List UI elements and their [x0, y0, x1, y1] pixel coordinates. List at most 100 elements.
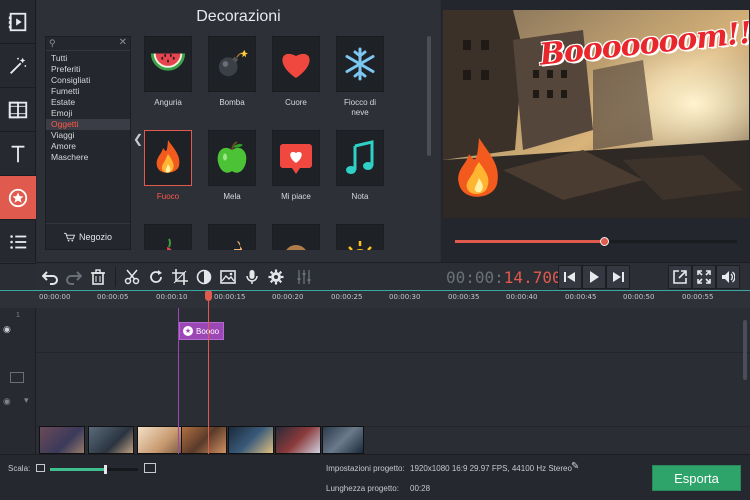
sticker-tile-note[interactable]: Nota [335, 130, 385, 202]
external-window-icon [673, 270, 687, 284]
video-thumbnail[interactable] [137, 426, 183, 454]
video-editor-window: Decorazioni ⚲ ✕ Tutti Preferiti Consigli… [0, 0, 750, 500]
sticker-tile-chili[interactable] [143, 224, 193, 250]
eye-icon[interactable]: ◉ [3, 324, 11, 335]
timeline-tracks[interactable]: 1 ◉ ◉ ▾ ★ Boooo [0, 308, 750, 454]
track-divider [36, 352, 750, 353]
import-media-button[interactable] [0, 0, 36, 44]
detach-preview-button[interactable] [668, 265, 692, 289]
ruler-tick: 00:00:10 [156, 293, 188, 301]
redo-button[interactable] [64, 267, 84, 287]
skip-back-icon [564, 272, 575, 282]
export-button[interactable]: Esporta [652, 465, 741, 491]
clear-search-icon[interactable]: ✕ [119, 37, 127, 48]
sticker-grid: Anguria Bomba Cuore Fiocco di neve Fuoco… [143, 36, 413, 250]
stickers-button[interactable] [0, 176, 36, 220]
magic-wand-icon [10, 57, 27, 74]
speaker-icon[interactable]: ▾ [24, 395, 29, 406]
left-tool-rail [0, 0, 36, 264]
category-item[interactable]: Amore [46, 141, 130, 152]
sticker-thumb [208, 36, 256, 92]
project-settings-value: 1920x1080 16:9 29.97 FPS, 44100 Hz Stere… [410, 464, 572, 473]
like-heart-icon [280, 144, 312, 174]
transitions-button[interactable] [0, 88, 36, 132]
sticker-scrollbar[interactable] [427, 36, 431, 156]
timeline-ruler[interactable]: 00:00:00 00:00:05 00:00:10 00:00:15 00:0… [0, 290, 750, 308]
monkey-icon [286, 245, 306, 250]
record-audio-button[interactable] [242, 267, 262, 287]
next-frame-button[interactable] [606, 265, 630, 289]
sticker-thumb [144, 130, 192, 186]
timeline-scrollbar[interactable] [743, 320, 747, 380]
sticker-tile-bomb[interactable]: Bomba [207, 36, 257, 108]
edit-toolbar: 00:00:14.700 [36, 262, 750, 290]
rotate-button[interactable] [146, 267, 166, 287]
category-item[interactable]: Estate [46, 97, 130, 108]
more-tools-button[interactable] [0, 220, 36, 264]
play-button[interactable] [582, 265, 606, 289]
list-icon [10, 234, 27, 249]
category-search-field[interactable]: ⚲ ✕ [46, 37, 130, 51]
edit-settings-pencil-icon[interactable]: ✎ [571, 461, 579, 472]
playhead-handle[interactable] [205, 291, 212, 301]
sticker-tile-heart[interactable]: Cuore [271, 36, 321, 108]
fullscreen-icon [697, 270, 711, 284]
sticker-tile-apple[interactable]: Mela [207, 130, 257, 202]
crop-button[interactable] [170, 267, 190, 287]
video-thumbnail[interactable] [322, 426, 364, 454]
category-item[interactable]: Fumetti [46, 86, 130, 97]
video-thumbnail[interactable] [275, 426, 321, 454]
video-thumbnail[interactable] [39, 426, 85, 454]
filters-button[interactable] [0, 44, 36, 88]
fire-icon [156, 140, 180, 173]
sticker-tile-snowflake[interactable]: Fiocco di neve [335, 36, 385, 118]
sticker-thumb [208, 130, 256, 186]
delete-button[interactable] [88, 267, 108, 287]
title-clip[interactable]: ★ Boooo [179, 322, 224, 340]
volume-button[interactable] [716, 265, 740, 289]
category-item[interactable]: Preferiti [46, 64, 130, 75]
category-item[interactable]: Consigliati [46, 75, 130, 86]
sticker-tile-watermelon[interactable]: Anguria [143, 36, 193, 108]
cut-button[interactable] [122, 267, 142, 287]
zoom-out-icon[interactable] [36, 464, 45, 472]
progress-knob[interactable] [600, 237, 610, 246]
color-adjust-button[interactable] [194, 267, 214, 287]
watermelon-icon [150, 53, 186, 71]
decorations-panel: Decorazioni ⚲ ✕ Tutti Preferiti Consigli… [37, 0, 440, 262]
shop-label: Negozio [78, 231, 113, 242]
clip-properties-button[interactable] [218, 267, 238, 287]
video-thumbnail[interactable] [228, 426, 274, 454]
status-bar: Scala: Impostazioni progetto: 1920x1080 … [0, 454, 750, 500]
undo-button[interactable] [40, 267, 60, 287]
shop-button[interactable]: Negozio [46, 223, 130, 249]
zoom-in-icon[interactable] [144, 463, 156, 473]
sticker-tile-monkey[interactable] [271, 224, 321, 250]
settings-button[interactable] [266, 267, 286, 287]
video-thumbnail[interactable] [181, 426, 227, 454]
sticker-label: Bomba [219, 98, 245, 107]
sticker-tile-sun[interactable] [335, 224, 385, 250]
video-thumbnail[interactable] [88, 426, 134, 454]
collapse-categories-chevron-icon[interactable]: ❮ [133, 132, 143, 146]
previous-frame-button[interactable] [558, 265, 582, 289]
sticker-tile-fire[interactable]: Fuoco [143, 130, 193, 202]
equalizer-button[interactable] [294, 267, 314, 287]
thumbs-up-icon [234, 241, 242, 250]
category-item[interactable]: Maschere [46, 152, 130, 163]
zoom-slider[interactable] [50, 465, 138, 474]
sticker-tile-thumb[interactable] [207, 224, 257, 250]
category-item[interactable]: Emoji [46, 108, 130, 119]
zoom-slider-handle[interactable] [103, 465, 107, 474]
eye-icon[interactable]: ◉ [3, 396, 11, 407]
fullscreen-button[interactable] [692, 265, 716, 289]
video-preview[interactable]: Booooooom!!! [443, 10, 749, 218]
playback-progress-bar[interactable] [455, 237, 737, 246]
category-item[interactable]: Tutti [46, 53, 130, 64]
panel-title: Decorazioni [196, 8, 281, 25]
gear-icon [268, 269, 284, 285]
category-item[interactable]: Viaggi [46, 130, 130, 141]
category-item-selected[interactable]: Oggetti [46, 119, 130, 130]
sticker-tile-like[interactable]: Mi piace [271, 130, 321, 202]
titles-button[interactable] [0, 132, 36, 176]
